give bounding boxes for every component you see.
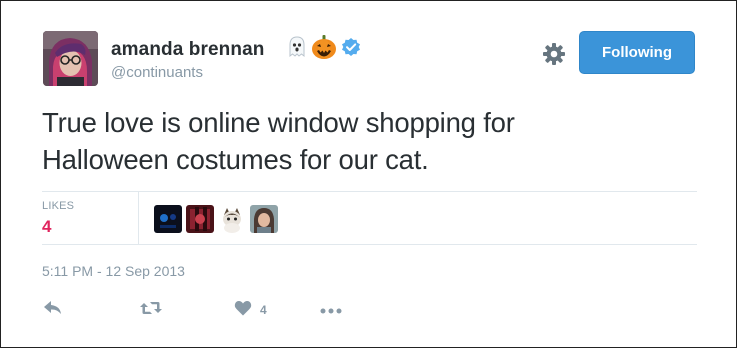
reply-icon bbox=[43, 300, 63, 321]
settings-gear-icon[interactable] bbox=[541, 41, 567, 67]
likes-count[interactable]: 4 bbox=[42, 217, 51, 237]
verified-badge-icon bbox=[341, 37, 361, 62]
divider bbox=[42, 191, 697, 192]
retweet-icon bbox=[139, 300, 163, 321]
like-count: 4 bbox=[260, 303, 267, 317]
author-avatar[interactable] bbox=[43, 31, 98, 86]
retweet-button[interactable] bbox=[139, 300, 163, 321]
more-icon bbox=[320, 301, 342, 319]
author-name-emojis bbox=[287, 34, 361, 65]
vertical-divider bbox=[138, 192, 139, 244]
tweet-text: True love is online window shopping for … bbox=[42, 104, 682, 178]
ghost-emoji-icon bbox=[287, 35, 307, 63]
likes-label: LIKES bbox=[42, 200, 75, 212]
reply-button[interactable] bbox=[43, 300, 63, 321]
divider bbox=[42, 244, 697, 245]
tweet-actions: 4 bbox=[43, 300, 342, 320]
liker-avatar[interactable] bbox=[218, 205, 246, 233]
like-button[interactable]: 4 bbox=[234, 300, 267, 321]
liker-avatar[interactable] bbox=[154, 205, 182, 233]
tweet-text-line: Halloween costumes for our cat. bbox=[42, 144, 429, 175]
author-display-name[interactable]: amanda brennan bbox=[111, 39, 264, 61]
following-button[interactable]: Following bbox=[579, 31, 695, 74]
jack-o-lantern-emoji-icon bbox=[311, 34, 337, 65]
tweet-text-line: True love is online window shopping for bbox=[42, 107, 515, 138]
liker-avatar[interactable] bbox=[250, 205, 278, 233]
liker-avatar[interactable] bbox=[186, 205, 214, 233]
liker-avatars bbox=[154, 205, 278, 233]
heart-icon bbox=[234, 300, 252, 321]
author-handle[interactable]: @continuants bbox=[111, 64, 203, 81]
tweet-timestamp[interactable]: 5:11 PM - 12 Sep 2013 bbox=[42, 263, 185, 279]
more-button[interactable] bbox=[320, 301, 342, 319]
tweet-card: amanda brennan @continuants Following Tr… bbox=[0, 0, 737, 348]
